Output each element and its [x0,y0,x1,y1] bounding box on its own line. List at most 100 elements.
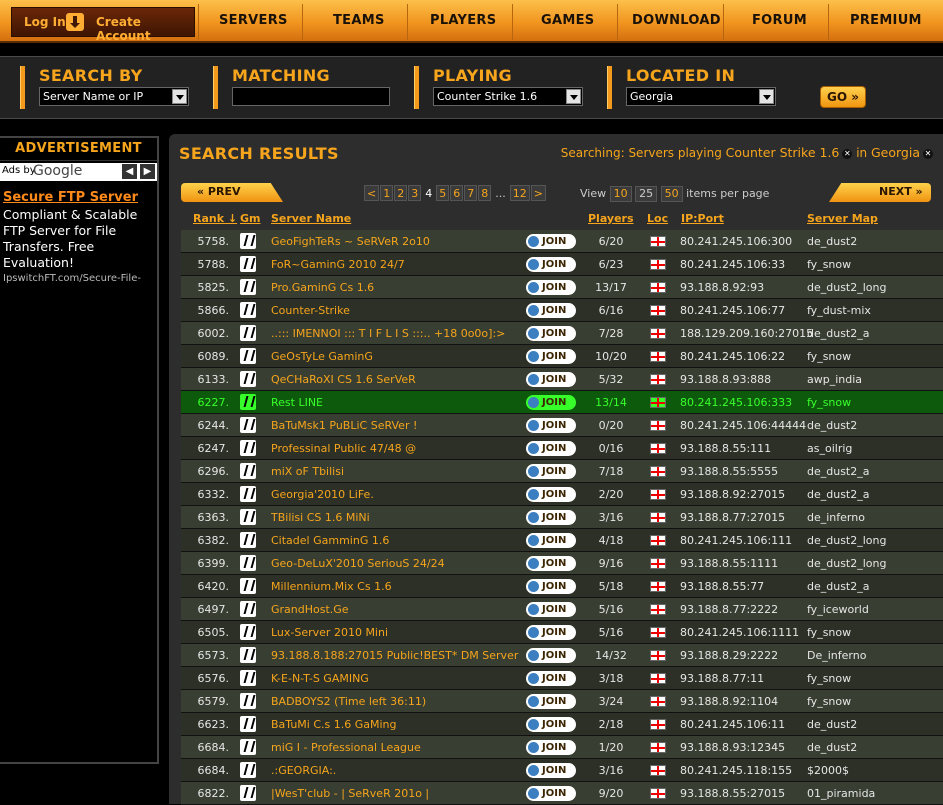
server-name-link[interactable]: GeOsTyLe GaminG [271,350,373,363]
table-row[interactable]: 6684. .:GEORGIA:. JOIN 3/16 80.241.245.118:1… [181,759,943,782]
join-button[interactable]: JOIN [526,717,576,732]
remove-location-filter-icon[interactable]: ✕ [923,149,933,159]
search-by-select[interactable]: Server Name or IP [39,87,189,106]
server-name-link[interactable]: Lux-Server 2010 Mini [271,626,388,639]
server-name-link[interactable]: FoR~GaminG 2010 24/7 [271,258,405,271]
next-button[interactable]: NEXT » [829,183,931,202]
server-name-link[interactable]: Millennium.Mix Cs 1.6 [271,580,392,593]
join-button[interactable]: JOIN [526,625,576,640]
per-page-50[interactable]: 50 [660,186,683,202]
server-name-link[interactable]: .:GEORGIA:. [271,764,336,777]
server-name-link[interactable]: miG I - Professional League [271,741,421,754]
table-row[interactable]: 6363. TBilisi CS 1.6 MiNi JOIN 3/16 93.188.8… [181,506,943,529]
ad-link[interactable]: Secure FTP Server [3,190,154,205]
join-button[interactable]: JOIN [526,740,576,755]
create-account-link[interactable]: Create Account [96,15,194,43]
server-name-link[interactable]: BaTuMi C.s 1.6 GaMing [271,718,397,731]
join-button[interactable]: JOIN [526,694,576,709]
table-row[interactable]: 6296. miX oF Tbilisi JOIN 7/18 93.188.8.55:5… [181,460,943,483]
server-name-link[interactable]: K-E-N-T-S GAMING [271,672,369,685]
remove-game-filter-icon[interactable]: ✕ [842,149,853,159]
join-button[interactable]: JOIN [526,326,576,341]
chevron-left-icon[interactable]: ◀ [122,164,137,179]
server-name-link[interactable]: QeCHaRoXI CS 1.6 SerVeR [271,373,416,386]
nav-download[interactable]: DOWNLOAD [632,13,721,28]
join-button[interactable]: JOIN [526,234,576,249]
nav-players[interactable]: PLAYERS [430,13,496,28]
table-row[interactable]: 5866. Counter-Strike JOIN 6/16 80.241.245.10… [181,299,943,322]
nav-teams[interactable]: TEAMS [333,13,385,28]
table-row[interactable]: 6089. GeOsTyLe GaminG JOIN 10/20 80.241.245.… [181,345,943,368]
table-row[interactable]: 5825. Pro.GaminG Cs 1.6 JOIN 13/17 93.188.8.… [181,276,943,299]
join-button[interactable]: JOIN [526,418,576,433]
table-row[interactable]: 6247. Professinal Public 47/48 @ JOIN 0/16 9… [181,437,943,460]
page-prev-arrow[interactable]: < [364,185,380,201]
table-row[interactable]: 5788. FoR~GaminG 2010 24/7 JOIN 6/23 80.241.… [181,253,943,276]
table-row[interactable]: 6382. Citadel GamminG 1.6 JOIN 4/18 80.241.2… [181,529,943,552]
page-link-1[interactable]: 1 [380,185,394,201]
server-name-link[interactable]: TBilisi CS 1.6 MiNi [271,511,370,524]
page-link-5[interactable]: 5 [436,185,450,201]
table-row[interactable]: 6497. GrandHost.Ge JOIN 5/16 93.188.8.77:222… [181,598,943,621]
located-in-select[interactable]: Georgia [626,87,776,106]
join-button[interactable]: JOIN [526,533,576,548]
table-row[interactable]: 5758. GeoFighTeRs ~ SeRVeR 2o10 JOIN 6/20 80… [181,230,943,253]
server-name-link[interactable]: 93.188.8.188:27015 Public!BEST* DM Serve… [271,649,518,662]
join-button[interactable]: JOIN [526,786,576,801]
prev-button[interactable]: « PREV [181,183,283,202]
header-ip-port[interactable]: IP:Port [681,212,724,225]
server-name-link[interactable]: BaTuMsk1 PuBLiC SeRVer ! [271,419,417,432]
page-link-2[interactable]: 2 [394,185,408,201]
nav-games[interactable]: GAMES [541,13,594,28]
join-button[interactable]: JOIN [526,257,576,272]
join-button[interactable]: JOIN [526,671,576,686]
server-name-link[interactable]: BADBOYS2 (Time left 36:11) [271,695,426,708]
join-button[interactable]: JOIN [526,372,576,387]
join-button[interactable]: JOIN [526,280,576,295]
table-row[interactable]: 6399. Geo-DeLuX'2010 SeriouS 24/24 JOIN 9/1… [181,552,943,575]
per-page-10[interactable]: 10 [609,186,632,202]
header-gm[interactable]: Gm [240,212,261,225]
server-name-link[interactable]: Georgia'2010 LiFe. [271,488,374,501]
server-name-link[interactable]: Counter-Strike [271,304,350,317]
join-button[interactable]: JOIN [526,579,576,594]
server-name-link[interactable]: Pro.GaminG Cs 1.6 [271,281,374,294]
server-name-link[interactable]: Professinal Public 47/48 @ [271,442,416,455]
nav-forum[interactable]: FORUM [752,13,807,28]
join-button[interactable]: JOIN [526,763,576,778]
join-button[interactable]: JOIN [526,441,576,456]
header-server-map[interactable]: Server Map [807,212,878,225]
table-row[interactable]: 6579. BADBOYS2 (Time left 36:11) JOIN 3/24 9… [181,690,943,713]
page-link-7[interactable]: 7 [464,185,478,201]
join-button[interactable]: JOIN [526,602,576,617]
nav-servers[interactable]: SERVERS [219,13,288,28]
page-link-8[interactable]: 8 [478,185,492,201]
server-name-link[interactable]: GrandHost.Ge [271,603,349,616]
go-button[interactable]: GO » [820,86,866,108]
table-row[interactable]: 6576. K-E-N-T-S GAMING JOIN 3/18 93.188.8.77… [181,667,943,690]
header-players[interactable]: Players [588,212,634,225]
table-row[interactable]: 6623. BaTuMi C.s 1.6 GaMing JOIN 2/18 80.241… [181,713,943,736]
table-row[interactable]: 6684. miG I - Professional League JOIN 1/20… [181,736,943,759]
header-server-name[interactable]: Server Name [271,212,351,225]
chevron-right-icon[interactable]: ▶ [140,164,155,179]
page-link-3[interactable]: 3 [408,185,422,201]
playing-select[interactable]: Counter Strike 1.6 [433,87,583,106]
nav-premium[interactable]: PREMIUM [850,13,922,28]
server-name-link[interactable]: Citadel GamminG 1.6 [271,534,389,547]
join-button[interactable]: JOIN [526,395,576,410]
join-button[interactable]: JOIN [526,464,576,479]
join-button[interactable]: JOIN [526,510,576,525]
matching-input[interactable] [232,87,390,106]
page-next-arrow[interactable]: > [530,185,546,201]
join-button[interactable]: JOIN [526,556,576,571]
login-link[interactable]: Log In [24,15,66,29]
server-name-link[interactable]: miX oF Tbilisi [271,465,344,478]
join-button[interactable]: JOIN [526,303,576,318]
per-page-25[interactable]: 25 [635,186,658,202]
server-name-link[interactable]: Rest LINE [271,396,323,409]
header-rank[interactable]: Rank ↓ [193,212,237,225]
table-row[interactable]: 6332. Georgia'2010 LiFe. JOIN 2/20 93.188.8.… [181,483,943,506]
server-name-link[interactable]: ..::: IMENNOI ::: T I F L I S :::.. +18 … [271,327,505,340]
table-row[interactable]: 6505. Lux-Server 2010 Mini JOIN 5/16 80.241.… [181,621,943,644]
